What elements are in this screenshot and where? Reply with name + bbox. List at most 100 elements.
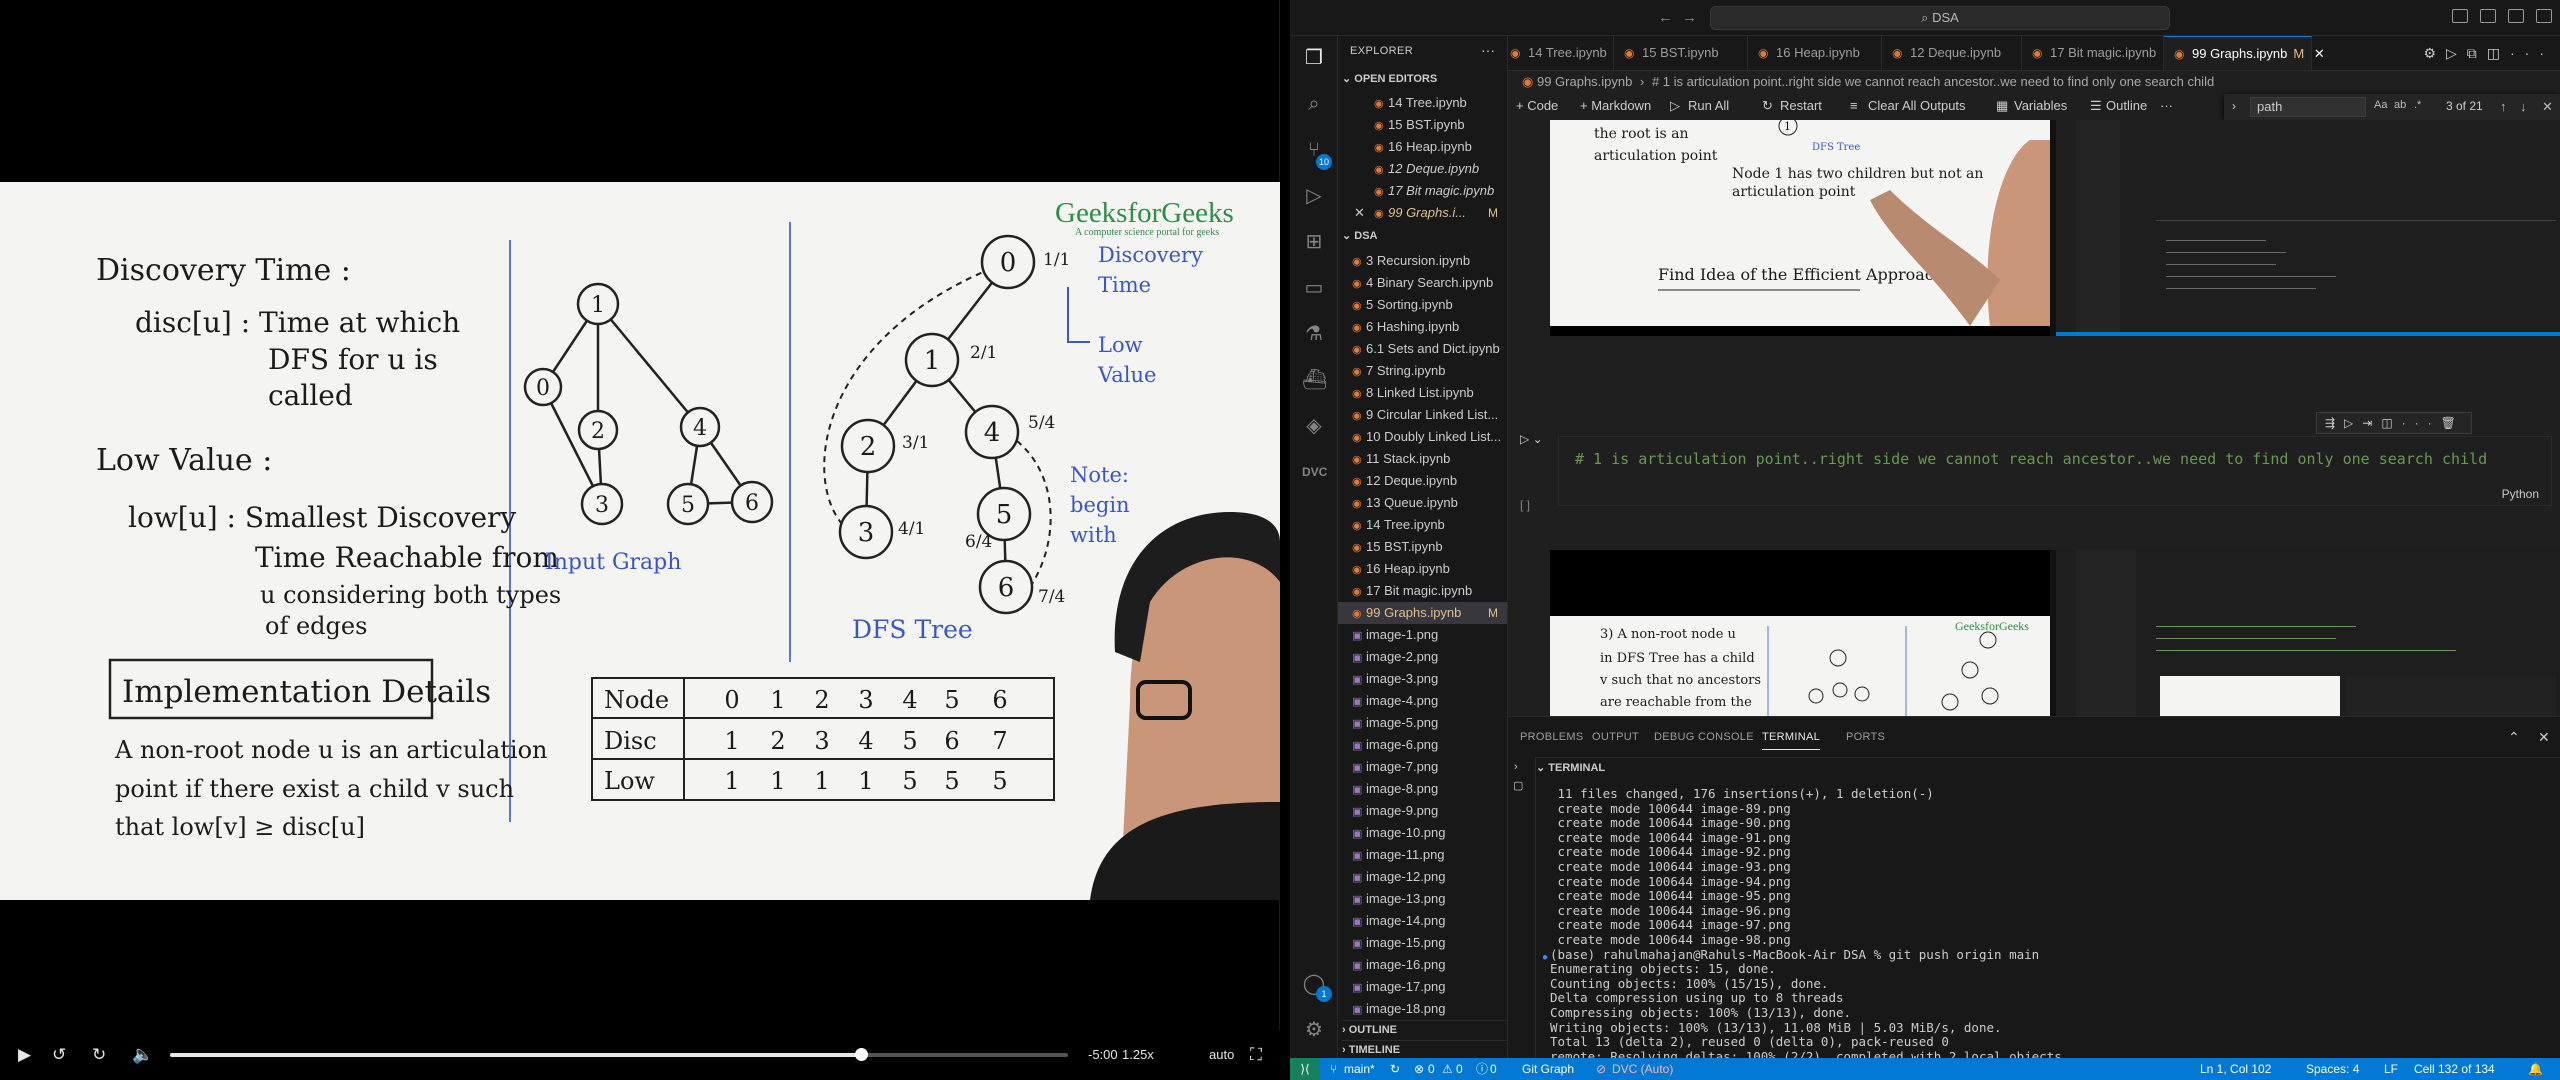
dvc-status[interactable]: DVC (Auto) [1612, 1058, 1673, 1080]
file-tree-item[interactable]: ▣ image-9.png [1338, 800, 1507, 822]
open-editor-item[interactable]: ◉ 15 BST.ipynb [1338, 114, 1507, 136]
notebook-content[interactable]: the root is an articulation point Node 1… [1508, 120, 2560, 716]
timeline-header[interactable]: › TIMELINE [1342, 1040, 1507, 1056]
expand-icon[interactable]: › [1514, 761, 1518, 773]
more-icon[interactable]: ··· [2160, 93, 2173, 119]
editor-tab[interactable]: ◉ 16 Heap.ipynb [1748, 36, 1882, 70]
quality-button[interactable]: auto [1209, 1047, 1234, 1062]
whole-word-toggle[interactable]: ab [2394, 99, 2406, 111]
file-tree-item[interactable]: ▣ image-1.png [1338, 624, 1507, 646]
panel-tab[interactable]: TERMINAL [1762, 731, 1821, 750]
terminal-list-icon[interactable]: ▢ [1513, 779, 1523, 792]
speed-button[interactable]: 1.25x [1122, 1047, 1154, 1062]
remote-explorer-icon[interactable]: ▭ [1302, 276, 1326, 300]
close-tab-icon[interactable]: ✕ [2310, 46, 2325, 61]
restart-button[interactable]: Restart [1780, 93, 1822, 119]
open-editor-item[interactable]: ◉ 17 Bit magic.ipynb [1338, 180, 1507, 202]
toggle-panel-icon[interactable] [2480, 9, 2496, 23]
warnings-count[interactable]: 0 [1456, 1058, 1463, 1080]
back-icon[interactable]: ← [1658, 9, 1673, 26]
customize-layout-icon[interactable] [2536, 9, 2552, 23]
close-editor-icon[interactable]: ✕ [1354, 202, 1365, 224]
file-tree-item[interactable]: ▣ image-10.png [1338, 822, 1507, 844]
file-tree-item[interactable]: ▣ image-3.png [1338, 668, 1507, 690]
file-tree-item[interactable]: ◉ 8 Linked List.ipynb [1338, 382, 1507, 404]
cursor-position[interactable]: Ln 1, Col 102 [2200, 1058, 2271, 1080]
breadcrumb-cell[interactable]: # 1 is articulation point..right side we… [1652, 74, 2214, 89]
indentation[interactable]: Spaces: 4 [2306, 1058, 2359, 1080]
editor-tab[interactable]: ◉ 99 Graphs.ipynb M ✕ [2164, 36, 2325, 70]
match-case-toggle[interactable]: Aa [2374, 99, 2387, 111]
cell-language[interactable]: Python [2502, 487, 2539, 501]
markdown-cell[interactable]: # 1 is articulation point..right side we… [1558, 436, 2552, 506]
open-editor-item[interactable]: ◉ 12 Deque.ipynb [1338, 158, 1507, 180]
file-tree-item[interactable]: ◉ 13 Queue.ipynb [1338, 492, 1507, 514]
open-editors-header[interactable]: ⌄ OPEN EDITORS [1342, 72, 1437, 85]
panel-tab[interactable]: PROBLEMS [1520, 731, 1584, 743]
notifications-icon[interactable]: 🔔 [2528, 1058, 2543, 1080]
file-tree-item[interactable]: ◉ 6.1 Sets and Dict.ipynb [1338, 338, 1507, 360]
find-input[interactable]: path [2250, 97, 2366, 117]
search-icon[interactable]: ⌕ [1302, 92, 1326, 116]
close-find-icon[interactable]: ✕ [2542, 99, 2553, 115]
file-tree-item[interactable]: ▣ image-8.png [1338, 778, 1507, 800]
file-tree-item[interactable]: ▣ image-12.png [1338, 866, 1507, 888]
file-tree-item[interactable]: ◉ 16 Heap.ipynb [1338, 558, 1507, 580]
file-tree-item[interactable]: ◉ 4 Binary Search.ipynb [1338, 272, 1507, 294]
info-count[interactable]: 0 [1490, 1058, 1497, 1080]
git-graph-button[interactable]: Git Graph [1522, 1058, 1574, 1080]
video-frame[interactable]: GeeksforGeeks A computer science portal … [0, 182, 1280, 900]
file-tree-item[interactable]: ◉ 7 String.ipynb [1338, 360, 1507, 382]
cell-toolbar[interactable]: ⇶▷⇥◫···🗑 [2316, 412, 2472, 434]
file-tree-item[interactable]: ▣ image-18.png [1338, 998, 1507, 1020]
jupyter-icon[interactable]: ◈ [1302, 414, 1326, 438]
file-tree-item[interactable]: ◉ 6 Hashing.ipynb [1338, 316, 1507, 338]
file-tree-item[interactable]: ▣ image-7.png [1338, 756, 1507, 778]
file-tree-item[interactable]: ▣ image-13.png [1338, 888, 1507, 910]
folder-header[interactable]: ⌄ DSA [1342, 229, 1378, 242]
dvc-icon[interactable]: DVC [1302, 460, 1327, 484]
seek-bar[interactable] [170, 1048, 1068, 1061]
docker-icon[interactable]: ⛴ [1302, 368, 1327, 392]
file-tree-item[interactable]: ◉ 17 Bit magic.ipynb [1338, 580, 1507, 602]
file-tree-item[interactable]: ◉ 3 Recursion.ipynb [1338, 250, 1507, 272]
file-tree-item[interactable]: ◉ 11 Stack.ipynb [1338, 448, 1507, 470]
end-of-line[interactable]: LF [2384, 1058, 2398, 1080]
add-markdown-button[interactable]: + Markdown [1580, 93, 1651, 119]
errors-count[interactable]: 0 [1428, 1058, 1435, 1080]
file-tree-item[interactable]: ◉ 5 Sorting.ipynb [1338, 294, 1507, 316]
variables-button[interactable]: Variables [2014, 93, 2067, 119]
maximize-panel-icon[interactable]: ⌃ [2508, 729, 2520, 746]
seek-knob[interactable] [855, 1048, 869, 1061]
clear-outputs-button[interactable]: Clear All Outputs [1868, 93, 1966, 119]
previous-match-icon[interactable]: ↑ [2500, 99, 2507, 114]
testing-icon[interactable]: ⚗ [1302, 322, 1326, 346]
file-tree-item[interactable]: ◉ 14 Tree.ipynb [1338, 514, 1507, 536]
play-icon[interactable]: ▶ [18, 1046, 31, 1064]
file-tree-item[interactable]: ▣ image-14.png [1338, 910, 1507, 932]
add-code-button[interactable]: + Code [1516, 93, 1558, 119]
breadcrumb[interactable]: ◉ 99 Graphs.ipynb › # 1 is articulation … [1508, 71, 2560, 93]
forward-icon[interactable]: → [1682, 9, 1697, 26]
file-tree-item[interactable]: ◉ 9 Circular Linked List... [1338, 404, 1507, 426]
file-tree-item[interactable]: ▣ image-6.png [1338, 734, 1507, 756]
cell-indicator[interactable]: Cell 132 of 134 [2414, 1058, 2495, 1080]
run-all-button[interactable]: Run All [1688, 93, 1729, 119]
editor-tab[interactable]: ◉ 12 Deque.ipynb [1882, 36, 2022, 70]
open-editor-item[interactable]: ✕ ◉ 99 Graphs.i... M [1338, 202, 1507, 224]
forward-icon[interactable]: ↻ [92, 1046, 106, 1064]
panel-tab[interactable]: DEBUG CONSOLE [1654, 731, 1754, 743]
file-tree-item[interactable]: ▣ image-15.png [1338, 932, 1507, 954]
editor-actions[interactable]: ⚙▷⧉◫··· [2423, 45, 2554, 62]
sync-icon[interactable]: ↻ [1390, 1058, 1400, 1080]
rewind-icon[interactable]: ↺ [52, 1046, 66, 1064]
close-panel-icon[interactable]: ✕ [2538, 729, 2550, 746]
volume-icon[interactable]: 🔈 [132, 1046, 153, 1064]
file-tree-item[interactable]: ▣ image-16.png [1338, 954, 1507, 976]
run-cell-icon[interactable]: ▷ ⌄ [1520, 432, 1543, 446]
fullscreen-icon[interactable]: ⛶ [1250, 1046, 1262, 1064]
editor-tab[interactable]: ◉ 14 Tree.ipynb [1508, 36, 1614, 70]
open-editor-item[interactable]: ◉ 16 Heap.ipynb [1338, 136, 1507, 158]
file-tree-item[interactable]: ▣ image-17.png [1338, 976, 1507, 998]
file-tree-item[interactable]: ▣ image-4.png [1338, 690, 1507, 712]
